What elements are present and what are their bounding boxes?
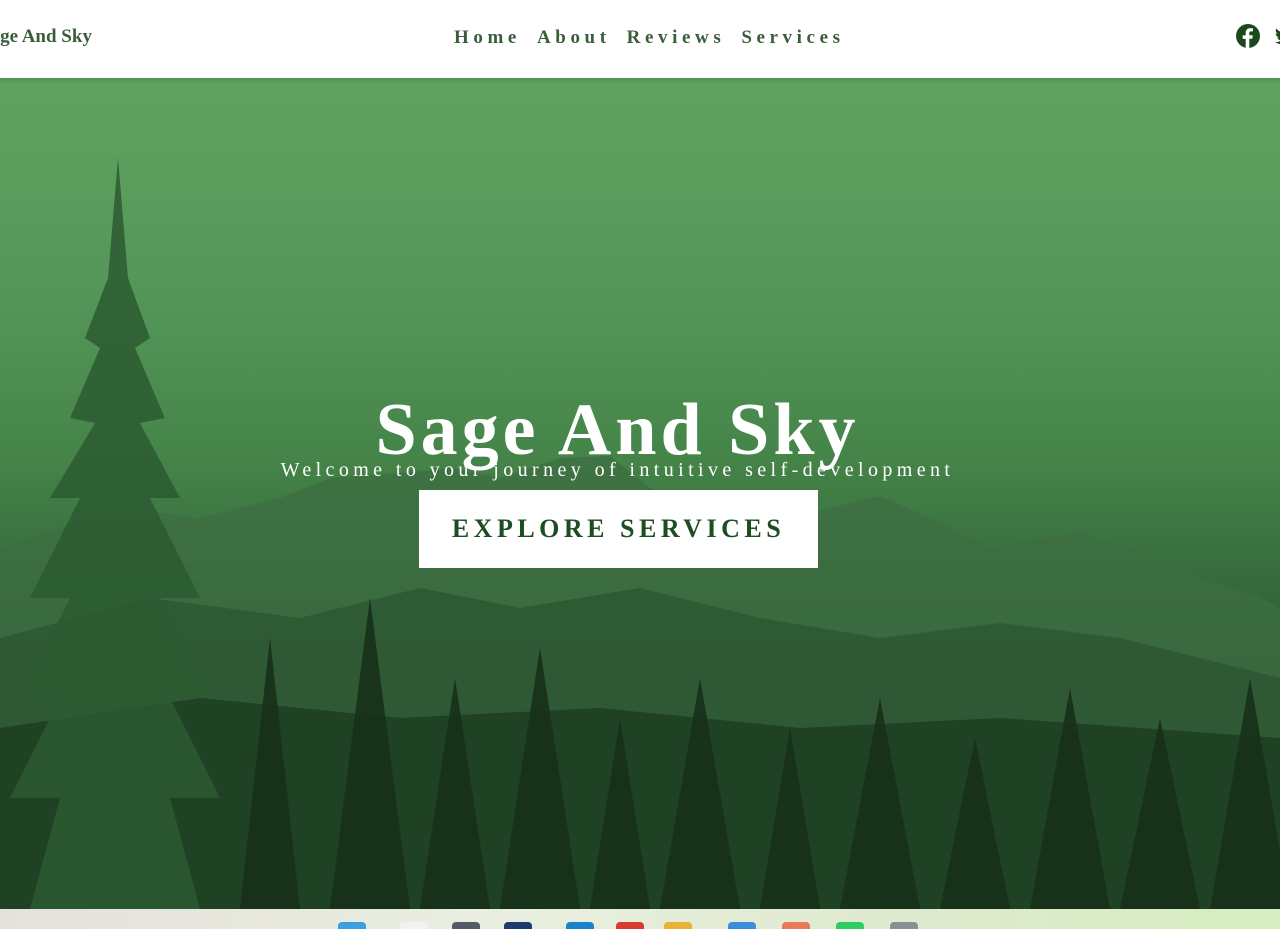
facebook-icon: [1236, 24, 1260, 48]
hero-subtitle: Welcome to your journey of intuitive sel…: [280, 459, 955, 481]
spotify-icon[interactable]: [836, 922, 864, 929]
edge-icon[interactable]: [566, 922, 594, 929]
hero-section: Sage And Sky Welcome to your journey of …: [0, 78, 1280, 909]
twitter-icon: [1274, 28, 1280, 44]
nav-link-about[interactable]: About: [537, 27, 611, 49]
nav-link-services[interactable]: Services: [741, 27, 844, 49]
mail-icon[interactable]: [728, 922, 756, 929]
explore-services-button[interactable]: EXPLORE SERVICES: [419, 490, 818, 568]
folder-icon[interactable]: [664, 922, 692, 929]
os-taskbar: [0, 909, 1280, 929]
nav-link-home[interactable]: Home: [454, 27, 521, 49]
chrome-icon[interactable]: [616, 922, 644, 929]
nav-links: Home About Reviews Services: [454, 27, 845, 49]
photos-icon[interactable]: [782, 922, 810, 929]
windows-start-icon[interactable]: [338, 922, 366, 929]
settings-icon[interactable]: [890, 922, 918, 929]
taskview-icon[interactable]: [452, 922, 480, 929]
facebook-link[interactable]: [1236, 24, 1260, 48]
nav-link-reviews[interactable]: Reviews: [627, 27, 726, 49]
brand-link[interactable]: Sage And Sky: [0, 26, 92, 48]
store-icon[interactable]: [504, 922, 532, 929]
twitter-link[interactable]: [1274, 25, 1280, 47]
navbar: Sage And Sky Home About Reviews Services: [0, 0, 1280, 78]
social-links: [1236, 24, 1280, 48]
file-icon[interactable]: [400, 922, 428, 929]
